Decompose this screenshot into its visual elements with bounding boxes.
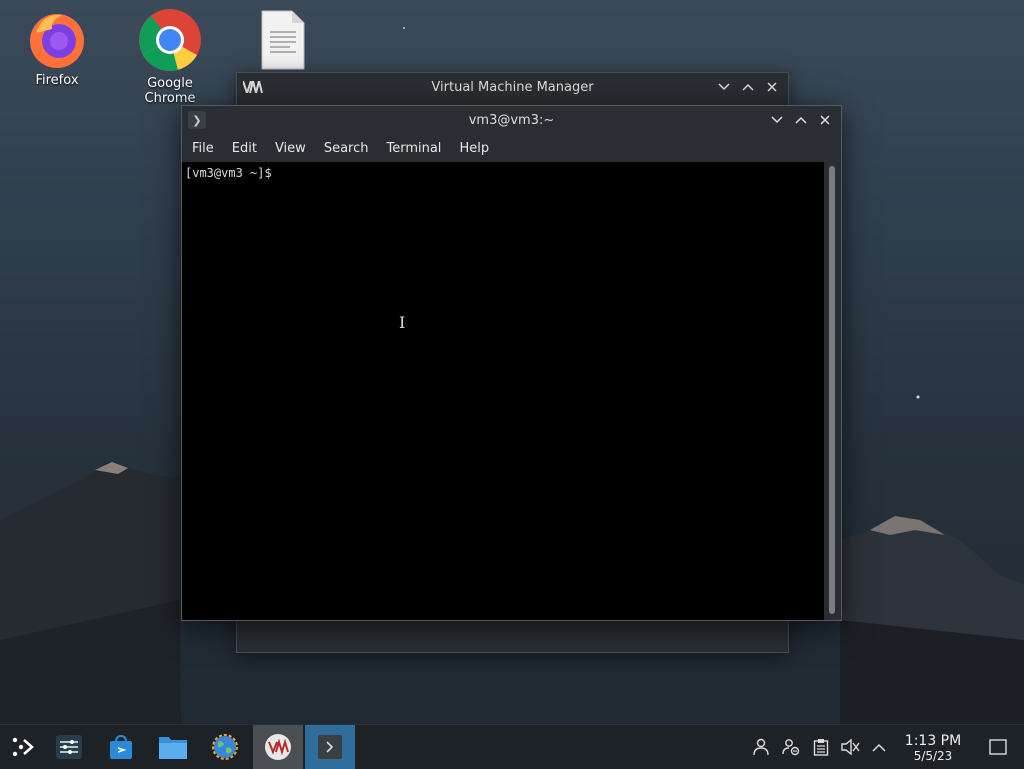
terminal-window[interactable]: ❯ vm3@vm3:~ File Edit View Search Termin… <box>181 105 842 621</box>
taskbar-browser[interactable] <box>200 725 250 769</box>
chevron-down-icon <box>718 83 730 91</box>
chrome-icon <box>139 9 201 72</box>
minimize-button[interactable] <box>767 110 787 130</box>
firefox-icon <box>30 14 84 68</box>
terminal-scrollbar[interactable] <box>824 162 841 620</box>
clipboard-icon <box>813 739 829 756</box>
desktop-icon-firefox[interactable]: Firefox <box>7 9 107 88</box>
menu-view[interactable]: View <box>269 141 312 156</box>
vmm-window-title: Virtual Machine Manager <box>431 79 594 95</box>
globe-icon <box>212 734 238 760</box>
close-icon <box>767 82 777 92</box>
user-icon <box>753 738 769 756</box>
terminal-console[interactable]: [vm3@vm3 ~]$ I <box>182 162 824 620</box>
maximize-button[interactable] <box>791 110 811 130</box>
close-button[interactable] <box>762 77 782 97</box>
taskbar-file-manager[interactable] <box>148 725 198 769</box>
maximize-button[interactable] <box>738 77 758 97</box>
tray-user-network[interactable] <box>778 725 804 769</box>
taskbar-virtual-machine-manager[interactable] <box>253 725 303 769</box>
terminal-menubar: File Edit View Search Terminal Help <box>182 134 841 162</box>
digital-clock[interactable]: 1:13 PM 5/5/23 <box>897 733 969 763</box>
menu-edit[interactable]: Edit <box>226 141 263 156</box>
desktop-icon-chrome[interactable]: Google Chrome <box>120 8 220 106</box>
sliders-icon <box>56 735 82 759</box>
scrollbar-thumb[interactable] <box>829 166 835 614</box>
menu-search[interactable]: Search <box>318 141 375 156</box>
terminal-icon <box>318 735 342 759</box>
taskbar-terminal[interactable] <box>305 725 355 769</box>
vmm-titlebar[interactable]: Virtual Machine Manager <box>237 73 788 101</box>
vmm-logo-icon <box>265 734 291 760</box>
store-bag-icon <box>110 734 132 759</box>
text-document-icon <box>261 10 305 70</box>
clock-time: 1:13 PM <box>904 733 962 749</box>
tray-volume[interactable] <box>837 725 863 769</box>
text-cursor-icon: I <box>399 313 406 332</box>
shell-prompt: [vm3@vm3 ~]$ <box>185 166 272 180</box>
taskbar-system-settings[interactable] <box>44 725 94 769</box>
taskbar: 1:13 PM 5/5/23 <box>0 724 1024 769</box>
desktop-icon-document[interactable] <box>233 10 333 74</box>
chevron-up-icon <box>872 743 886 752</box>
close-button[interactable] <box>815 110 835 130</box>
folder-icon <box>159 737 187 759</box>
launcher-icon <box>12 737 34 757</box>
volume-muted-icon <box>841 738 860 756</box>
menu-help[interactable]: Help <box>453 141 495 156</box>
chevron-up-icon <box>742 83 754 91</box>
terminal-titlebar[interactable]: ❯ vm3@vm3:~ <box>182 106 841 134</box>
close-icon <box>820 115 830 125</box>
show-desktop-button[interactable] <box>985 725 1011 769</box>
terminal-window-title: vm3@vm3:~ <box>468 112 555 128</box>
minimize-button[interactable] <box>714 77 734 97</box>
show-desktop-icon <box>989 739 1007 755</box>
tray-expand[interactable] <box>866 725 892 769</box>
application-launcher-button[interactable] <box>0 725 44 769</box>
user-network-icon <box>782 739 800 756</box>
clock-date: 5/5/23 <box>913 749 953 763</box>
chevron-down-icon <box>771 116 783 124</box>
chevron-up-icon <box>795 116 807 124</box>
tray-user[interactable] <box>748 725 774 769</box>
desktop-icon-label: Firefox <box>35 73 79 88</box>
menu-terminal[interactable]: Terminal <box>380 141 447 156</box>
tray-clipboard[interactable] <box>808 725 834 769</box>
menu-file[interactable]: File <box>186 141 220 156</box>
taskbar-discover[interactable] <box>96 725 146 769</box>
desktop-icon-label: Google Chrome <box>144 76 196 106</box>
